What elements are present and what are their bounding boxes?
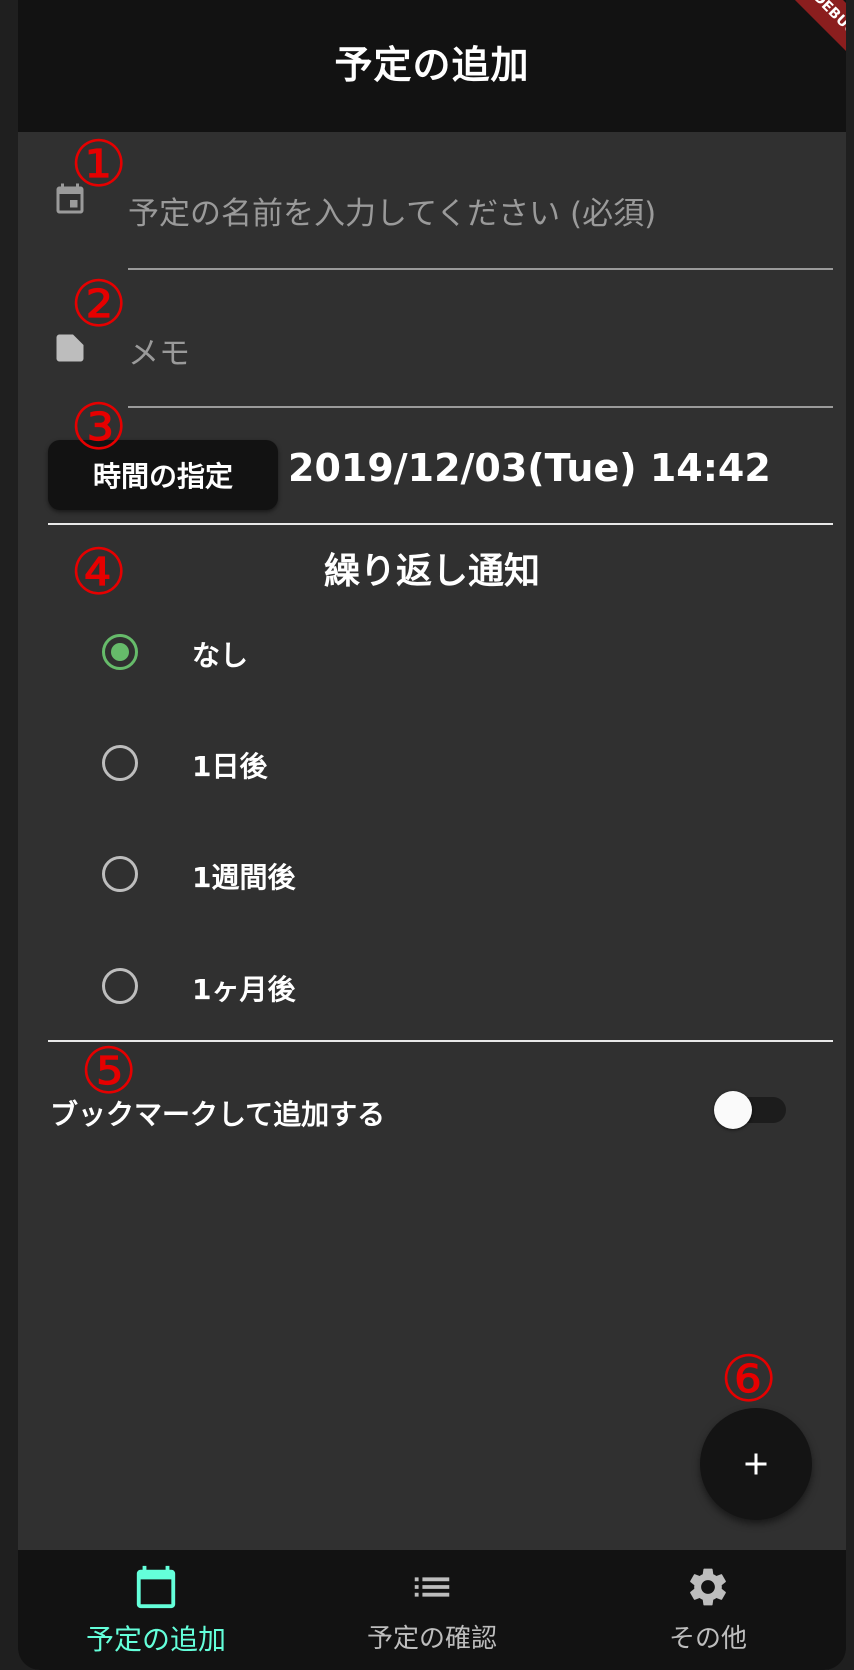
calendar-icon	[136, 1565, 176, 1609]
radio-button[interactable]	[102, 968, 138, 1004]
name-field[interactable]: 予定の名前を入力してください (必須)	[18, 150, 846, 270]
annotation-marker-6: ⑥	[720, 1343, 778, 1417]
divider-top	[48, 523, 833, 525]
nav-label: その他	[668, 1624, 747, 1654]
radio-option-none[interactable]: なし	[18, 612, 846, 692]
name-field-underline	[128, 268, 833, 270]
memo-field[interactable]: メモ	[18, 290, 846, 408]
bottom-navigation: 予定の追加 予定の確認 その他	[18, 1550, 846, 1670]
annotation-marker-5: ⑤	[80, 1035, 138, 1109]
memo-field-underline	[128, 406, 833, 408]
nav-item-view-events[interactable]: 予定の確認	[294, 1550, 570, 1670]
radio-button-selected[interactable]	[102, 634, 138, 670]
radio-label: 1週間後	[192, 861, 296, 894]
nav-item-add-event[interactable]: 予定の追加	[18, 1550, 294, 1670]
add-event-button[interactable]	[700, 1408, 812, 1520]
radio-option-1-day[interactable]: 1日後	[18, 723, 846, 803]
radio-option-1-month[interactable]: 1ヶ月後	[18, 946, 846, 1026]
nav-item-other[interactable]: その他	[570, 1550, 846, 1670]
repeat-section-title: 繰り返し通知	[323, 551, 540, 592]
plus-icon	[745, 1453, 767, 1475]
divider-bottom	[48, 1040, 833, 1042]
radio-label: 1日後	[192, 750, 268, 783]
list-icon	[414, 1577, 450, 1597]
app-screen: 予定の追加 DEBUG 予定の名前を入力してください (必須) メモ 時間の指定…	[18, 0, 846, 1670]
annotation-marker-1: ①	[70, 128, 128, 202]
memo-input-placeholder: メモ	[128, 336, 190, 372]
radio-label: なし	[192, 639, 249, 672]
bookmark-switch-thumb[interactable]	[714, 1091, 752, 1129]
radio-button[interactable]	[102, 745, 138, 781]
gear-icon	[690, 1568, 726, 1606]
annotation-marker-3: ③	[70, 391, 128, 465]
app-bar: 予定の追加	[18, 0, 846, 132]
radio-option-1-week[interactable]: 1週間後	[18, 834, 846, 914]
annotation-marker-4: ④	[70, 536, 128, 610]
nav-label: 予定の確認	[366, 1624, 497, 1654]
radio-button[interactable]	[102, 856, 138, 892]
selected-datetime: 2019/12/03(Tue) 14:42	[288, 446, 771, 490]
radio-label: 1ヶ月後	[192, 973, 296, 1006]
page-title: 予定の追加	[334, 42, 530, 87]
annotation-marker-2: ②	[70, 268, 128, 342]
nav-label: 予定の追加	[85, 1623, 226, 1656]
name-input-placeholder: 予定の名前を入力してください (必須)	[128, 196, 657, 232]
